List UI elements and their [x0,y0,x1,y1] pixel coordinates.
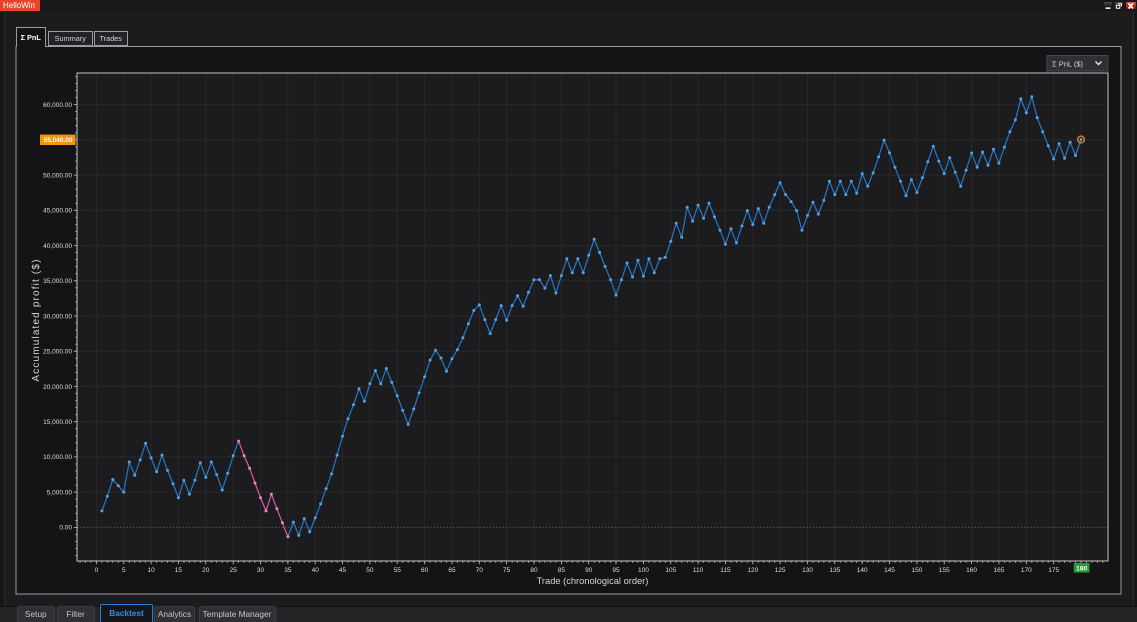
svg-text:20: 20 [202,567,210,574]
svg-text:105: 105 [665,567,676,574]
svg-text:130: 130 [802,567,813,574]
svg-text:15,000.00: 15,000.00 [43,419,72,426]
svg-text:5,000.00: 5,000.00 [47,490,73,497]
svg-text:40,000.00: 40,000.00 [43,243,72,250]
svg-text:30,000.00: 30,000.00 [43,313,72,320]
svg-text:80: 80 [530,567,538,574]
svg-text:10: 10 [147,567,155,574]
svg-text:60,000.00: 60,000.00 [43,102,72,109]
svg-text:30: 30 [257,567,265,574]
svg-text:170: 170 [1021,567,1032,574]
svg-text:10,000.00: 10,000.00 [43,454,72,461]
svg-text:85: 85 [558,567,566,574]
svg-text:165: 165 [993,567,1004,574]
svg-text:140: 140 [857,567,868,574]
svg-text:70: 70 [476,567,484,574]
svg-text:75: 75 [503,567,511,574]
svg-text:145: 145 [884,567,895,574]
svg-text:55: 55 [394,567,402,574]
svg-text:0.00: 0.00 [59,525,72,532]
svg-text:65: 65 [448,567,456,574]
svg-text:20,000.00: 20,000.00 [43,384,72,391]
svg-text:25,000.00: 25,000.00 [43,349,72,356]
svg-text:35: 35 [284,567,292,574]
svg-text:50,000.00: 50,000.00 [43,172,72,179]
svg-text:120: 120 [747,567,758,574]
svg-text:95: 95 [612,567,620,574]
svg-text:Trade (chronological order): Trade (chronological order) [537,576,649,586]
svg-text:110: 110 [693,567,704,574]
svg-text:100: 100 [638,567,649,574]
svg-text:115: 115 [720,567,731,574]
svg-text:35,000.00: 35,000.00 [43,278,72,285]
svg-text:25: 25 [230,567,238,574]
svg-text:5: 5 [122,567,126,574]
svg-text:60: 60 [421,567,429,574]
svg-text:90: 90 [585,567,593,574]
svg-text:15: 15 [175,567,183,574]
svg-text:Accumulated profit ($): Accumulated profit ($) [31,258,42,381]
svg-text:45,000.00: 45,000.00 [43,208,72,215]
svg-text:125: 125 [775,567,786,574]
svg-text:Σ PnL ($): Σ PnL ($) [1052,60,1084,69]
svg-text:55,040.00: 55,040.00 [44,137,73,144]
svg-text:40: 40 [312,567,320,574]
svg-text:155: 155 [939,567,950,574]
svg-text:160: 160 [966,567,977,574]
svg-text:175: 175 [1048,567,1059,574]
svg-text:180: 180 [1076,566,1088,573]
svg-text:45: 45 [339,567,347,574]
svg-text:150: 150 [911,567,922,574]
svg-text:50: 50 [366,567,374,574]
svg-text:135: 135 [829,567,840,574]
svg-text:0: 0 [95,567,99,574]
